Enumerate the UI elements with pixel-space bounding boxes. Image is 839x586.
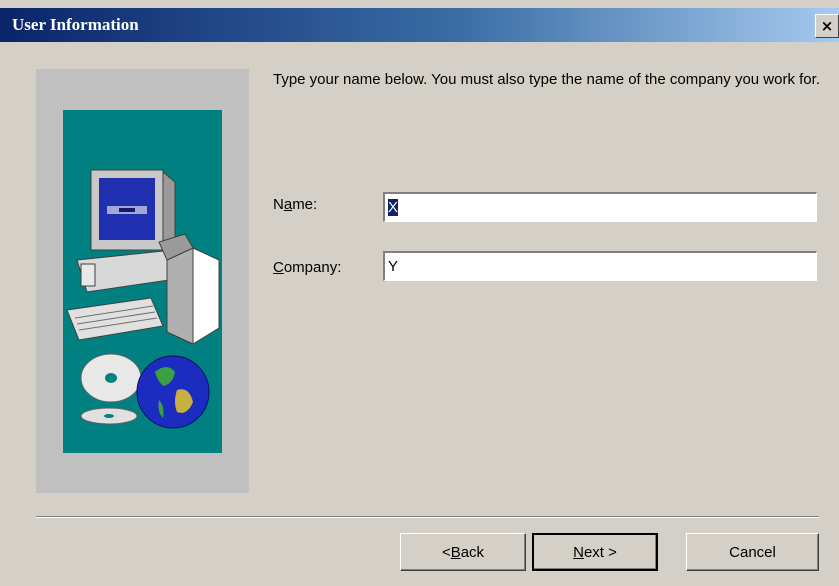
name-input-value: X [388, 199, 399, 216]
title-bar: User Information × [0, 8, 839, 42]
back-label: ack [460, 543, 485, 561]
company-label-suffix: ompany: [283, 259, 342, 276]
name-label-prefix: N [273, 196, 284, 213]
wizard-artwork-panel [36, 69, 249, 493]
close-button[interactable]: × [815, 14, 839, 38]
next-label: ext > [583, 543, 617, 561]
company-input[interactable]: Y [383, 251, 817, 281]
back-mnemonic: B [450, 543, 461, 561]
close-icon: × [820, 16, 834, 35]
name-label-mnemonic: a [283, 196, 293, 213]
company-label: Company: [273, 259, 341, 276]
button-divider [36, 516, 819, 518]
window-title: User Information [12, 15, 139, 34]
cancel-button[interactable]: Cancel [686, 533, 819, 571]
name-input[interactable]: X [383, 192, 817, 222]
computer-globe-icon [66, 169, 220, 429]
name-label: Name: [273, 196, 317, 213]
next-button[interactable]: Next > [532, 533, 658, 571]
company-label-mnemonic: C [273, 259, 284, 276]
computer-globe-illustration [63, 110, 222, 453]
setup-dialog: User Information × Type your name below.… [0, 0, 839, 586]
back-button[interactable]: < Back [400, 533, 526, 571]
next-mnemonic: N [573, 543, 584, 561]
company-input-value: Y [388, 258, 399, 275]
back-arrow: < [441, 543, 451, 561]
instructions-text: Type your name below. You must also type… [273, 71, 820, 88]
name-label-suffix: me: [292, 196, 318, 213]
